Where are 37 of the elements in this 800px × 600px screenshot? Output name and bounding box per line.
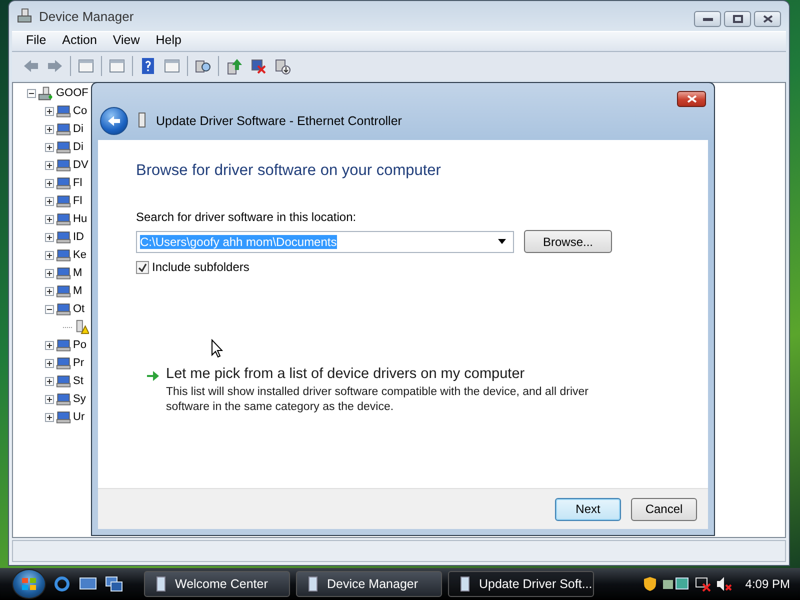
- tree-item[interactable]: Co: [73, 105, 88, 117]
- menu-item[interactable]: Action: [54, 32, 105, 51]
- tree-item[interactable]: Ot: [73, 303, 85, 315]
- taskbar-button[interactable]: Device Manager: [296, 571, 442, 597]
- tree-item[interactable]: Di: [73, 141, 84, 153]
- tree-item[interactable]: St: [73, 375, 84, 387]
- dialog-title: Update Driver Software - Ethernet Controller: [156, 114, 402, 128]
- checkbox-label: Include subfolders: [152, 260, 250, 274]
- tree-item[interactable]: Pr: [73, 357, 84, 369]
- browse-button[interactable]: Browse...: [524, 230, 612, 253]
- tree-item[interactable]: M: [73, 267, 82, 279]
- tree-item[interactable]: GOOF: [56, 87, 88, 99]
- tree-item[interactable]: Di: [73, 123, 84, 135]
- menu-item[interactable]: Help: [148, 32, 190, 51]
- tree-item[interactable]: DV: [73, 159, 88, 171]
- tree-item[interactable]: Fl: [73, 177, 82, 189]
- location-value: C:\Users\goofy ahh mom\Documents: [140, 234, 337, 248]
- pick-description: This list will show installed driver software compatible with the device, and all driver software in the same category as the device.: [166, 385, 590, 415]
- menu-item[interactable]: File: [18, 32, 54, 51]
- tree-item[interactable]: M: [73, 285, 82, 297]
- pick-driver-link[interactable]: Let me pick from a list of device drivers on my computer: [166, 366, 616, 382]
- tree-item[interactable]: Ke: [73, 249, 86, 261]
- cancel-button[interactable]: Cancel: [631, 498, 697, 520]
- next-button[interactable]: Next: [555, 498, 621, 520]
- dialog-heading: Browse for driver software on your computer: [136, 162, 442, 180]
- window-title: Device Manager: [39, 8, 134, 24]
- tree-item[interactable]: Fl: [73, 195, 82, 207]
- tree-item[interactable]: Ur: [73, 411, 85, 423]
- tree-item[interactable]: Hu: [73, 213, 88, 225]
- clock: 4:09 PM: [745, 577, 790, 591]
- location-label: Search for driver software in this location:: [136, 210, 358, 224]
- taskbar-button[interactable]: Welcome Center: [144, 571, 290, 597]
- taskbar-button[interactable]: Update Driver Soft...: [448, 571, 594, 597]
- tree-item[interactable]: Po: [73, 339, 86, 351]
- menu-item[interactable]: View: [104, 32, 148, 51]
- tree-item[interactable]: Sy: [73, 393, 86, 405]
- tree-item[interactable]: ID: [73, 231, 84, 243]
